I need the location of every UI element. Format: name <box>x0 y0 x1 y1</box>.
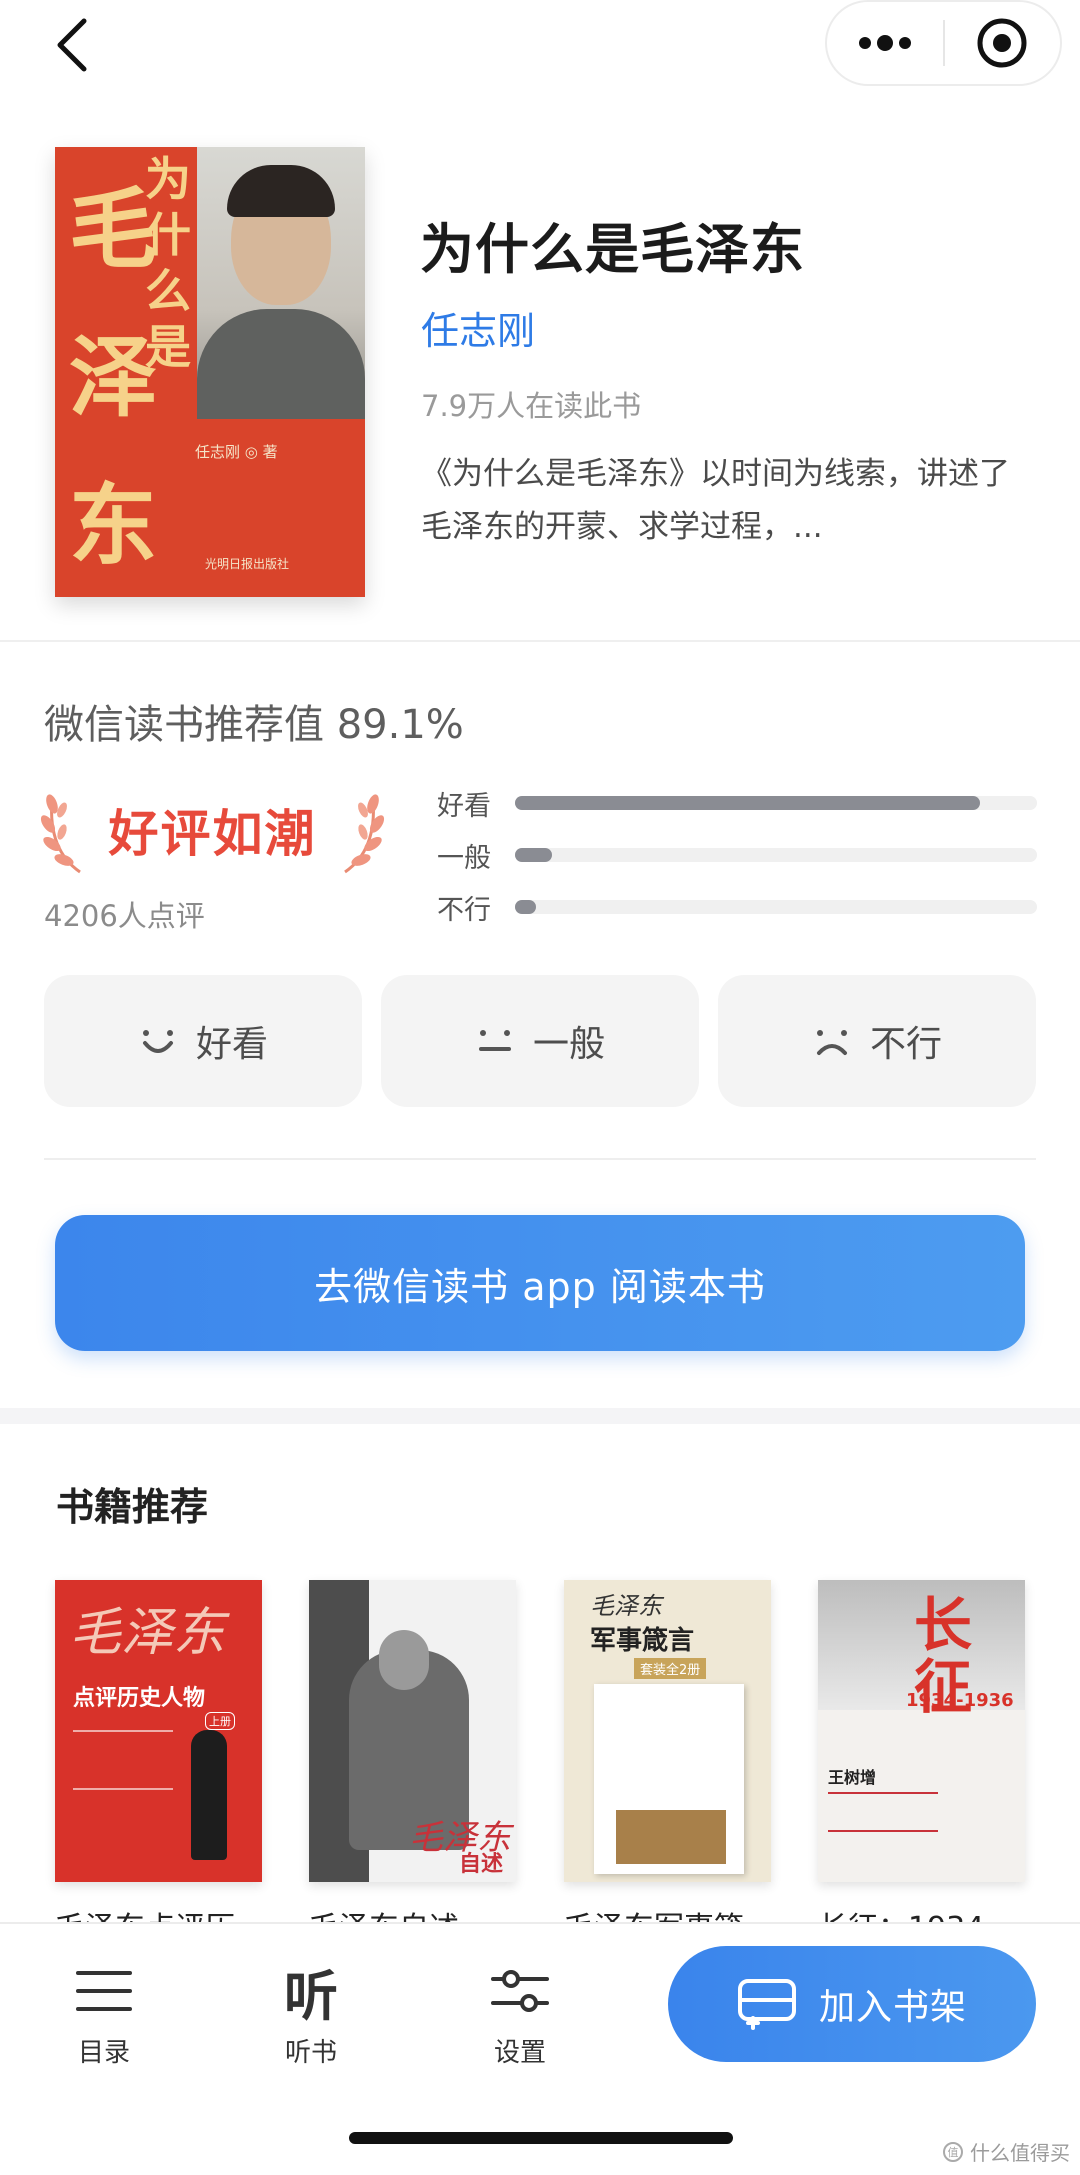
home-indicator <box>349 2132 733 2144</box>
rating-bar-label: 不行 <box>437 894 491 926</box>
cover-tag: 套装全2册 <box>634 1658 707 1679</box>
tab-settings-label: 设置 <box>493 2038 546 2068</box>
book-author-link[interactable]: 任志刚 <box>421 300 535 355</box>
watermark: 值 什么值得买 <box>942 2137 1070 2166</box>
laurel-right-icon <box>344 794 385 874</box>
neutral-face-icon <box>478 1030 511 1051</box>
rating-badge: 好评如潮 <box>40 780 385 880</box>
add-shelf-icon <box>737 1979 796 2030</box>
recommended-book-cover[interactable]: 毛泽东 军事箴言 套装全2册 <box>564 1580 771 1882</box>
rating-badge-text: 好评如潮 <box>108 805 317 863</box>
cover-title-small: 是 <box>145 320 191 374</box>
vote-bad-button[interactable]: 不行 <box>718 975 1036 1107</box>
vote-average-button[interactable]: 一般 <box>381 975 699 1107</box>
cover-author: 任志刚 ◎ 著 <box>195 443 278 461</box>
rating-bar-fill <box>515 900 536 914</box>
cover-title-char: 泽 <box>69 325 158 429</box>
recommended-book-cover[interactable]: 毛泽东 自述 <box>309 1580 516 1882</box>
cover-face <box>379 1630 429 1690</box>
vote-bad-label: 不行 <box>869 1024 942 1065</box>
laurel-left-icon <box>40 794 81 874</box>
cover-calligraphy: 毛泽东 <box>590 1592 662 1620</box>
more-button[interactable] <box>827 2 943 84</box>
vote-good-button[interactable]: 好看 <box>44 975 362 1107</box>
rating-bar-track <box>515 796 1037 810</box>
vote-good-label: 好看 <box>195 1024 268 1065</box>
rating-bar-row: 一般 <box>437 835 1037 875</box>
listen-icon: 听 <box>284 1964 338 2028</box>
book-detail-page: 毛 泽 东 为 什 么 是 任志刚 ◎ 著 光明日报出版社 为什么是毛泽东 任志… <box>0 0 1080 2175</box>
rating-bar-track <box>515 848 1037 862</box>
cover-title-small: 什 <box>145 208 191 262</box>
vote-average-label: 一般 <box>532 1024 605 1065</box>
reader-count: 7.9万人在读此书 <box>421 389 642 423</box>
chevron-left-icon <box>57 18 87 72</box>
section-divider <box>44 1158 1036 1160</box>
watermark-logo-icon: 值 <box>943 2141 963 2162</box>
mini-program-capsule <box>825 0 1062 86</box>
rating-bar-fill <box>515 796 980 810</box>
watermark-text: 什么值得买 <box>970 2141 1070 2165</box>
cover-title: 军事箴言 <box>590 1626 695 1656</box>
cover-title-char: 东 <box>69 473 158 577</box>
cover-publisher: 光明日报出版社 <box>205 557 290 571</box>
frown-icon <box>816 1030 847 1055</box>
recommended-book-cover[interactable]: 长征 1934-1936 王树增 <box>818 1580 1025 1882</box>
cover-title-small: 为 <box>145 152 191 206</box>
back-button[interactable] <box>42 10 102 80</box>
section-divider <box>0 640 1080 642</box>
settings-sliders-icon <box>491 1970 549 2012</box>
tab-toc-label: 目录 <box>77 2038 130 2068</box>
open-in-app-button[interactable]: 去微信读书 app 阅读本书 <box>55 1215 1025 1351</box>
rating-bar-row: 不行 <box>437 887 1037 927</box>
cover-title: 点评历史人物 <box>73 1686 206 1711</box>
tab-toc[interactable]: 目录 <box>44 1956 164 2069</box>
tab-listen-label: 听书 <box>284 2038 337 2068</box>
add-to-shelf-button[interactable]: 加入书架 <box>668 1946 1036 2062</box>
menu-icon <box>76 1971 132 2011</box>
recommended-book-cover[interactable]: 毛泽东 点评历史人物 上册 <box>55 1580 262 1882</box>
rating-bar-fill <box>515 848 552 862</box>
cover-box-band <box>616 1810 726 1864</box>
cover-author: 王树增 <box>828 1768 877 1787</box>
section-gap <box>0 1408 1080 1424</box>
smile-icon <box>142 1030 173 1053</box>
recommend-value: 微信读书推荐值 89.1% <box>44 702 464 748</box>
recommendations-heading: 书籍推荐 <box>56 1485 209 1529</box>
rating-bar-row: 好看 <box>437 783 1037 823</box>
cover-tag: 上册 <box>205 1712 235 1730</box>
cover-calligraphy: 毛泽东 <box>69 1603 226 1663</box>
cover-text-block <box>73 1730 173 1790</box>
rating-bar-label: 一般 <box>437 842 491 874</box>
review-count: 4206人点评 <box>44 899 205 933</box>
close-miniprogram-button[interactable] <box>945 2 1061 84</box>
cover-title-char: 毛 <box>69 177 158 281</box>
cover-title-small: 么 <box>145 264 191 318</box>
cover-portrait <box>197 147 365 419</box>
cover-figure <box>191 1730 227 1860</box>
cover-title: 自述 <box>459 1852 504 1877</box>
cover-text-block <box>828 1792 938 1832</box>
tab-settings[interactable]: 设置 <box>460 1956 580 2069</box>
book-cover[interactable]: 毛 泽 东 为 什 么 是 任志刚 ◎ 著 光明日报出版社 <box>55 147 365 597</box>
more-dots-icon <box>858 35 911 51</box>
rating-bar-track <box>515 900 1037 914</box>
rating-bar-label: 好看 <box>437 790 491 822</box>
add-to-shelf-label: 加入书架 <box>818 1987 967 2028</box>
target-close-icon <box>977 18 1027 68</box>
cover-years: 1934-1936 <box>906 1690 1014 1711</box>
book-description[interactable]: 《为什么是毛泽东》以时间为线索，讲述了毛泽东的开蒙、求学过程，... <box>421 448 1021 554</box>
tab-listen[interactable]: 听 听书 <box>251 1956 371 2069</box>
svg-text:值: 值 <box>948 2146 959 2159</box>
book-title: 为什么是毛泽东 <box>420 218 805 281</box>
open-in-app-label: 去微信读书 app 阅读本书 <box>314 1264 766 1309</box>
